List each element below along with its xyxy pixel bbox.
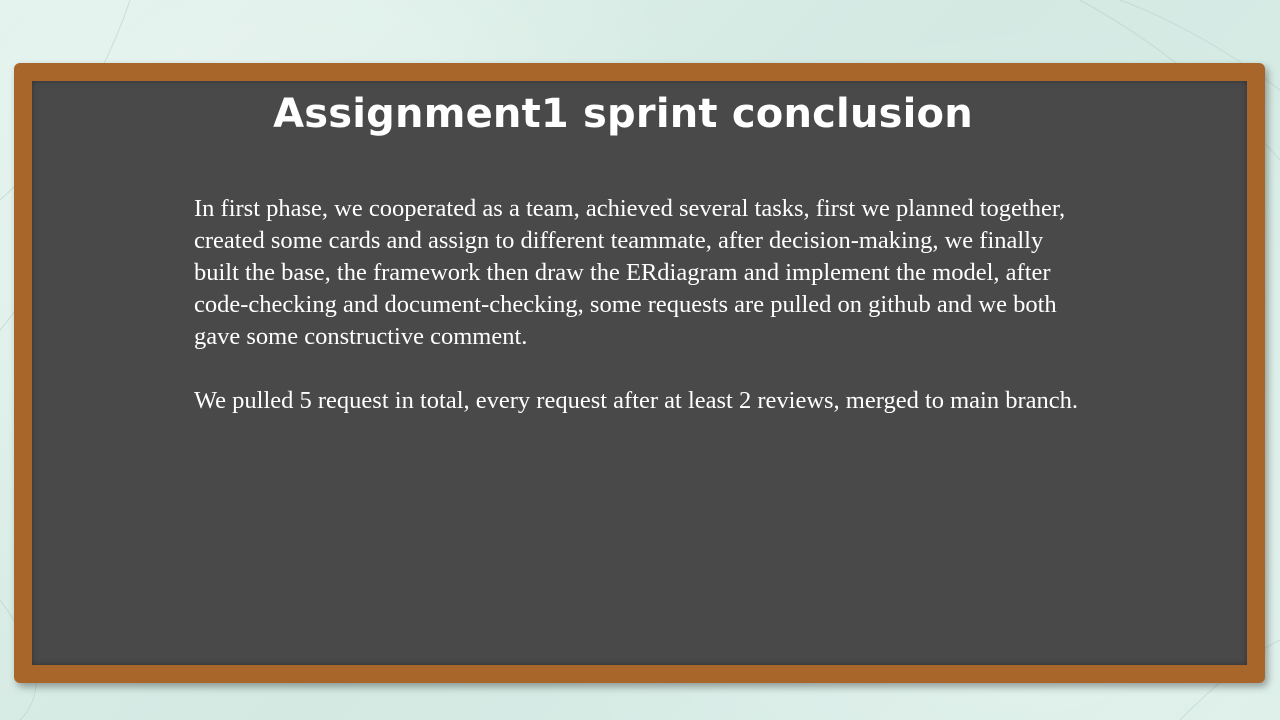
slide: { "slide": { "title": "Assignment1 sprin… bbox=[0, 0, 1280, 720]
paragraph-pull-requests: We pulled 5 request in total, every requ… bbox=[194, 387, 1079, 414]
slide-title: Assignment1 sprint conclusion bbox=[273, 91, 973, 137]
slide-body: In first phase, we cooperated as a team,… bbox=[194, 193, 1094, 417]
paragraph-phase-summary: In first phase, we cooperated as a team,… bbox=[194, 195, 1066, 350]
